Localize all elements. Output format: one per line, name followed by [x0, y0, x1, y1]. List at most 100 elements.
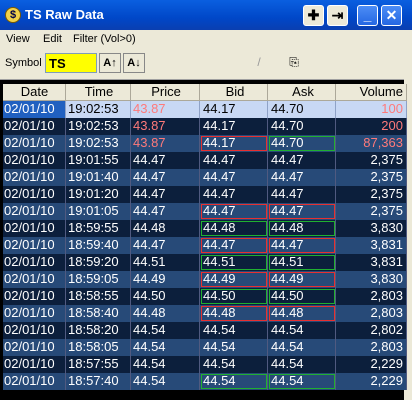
table-row[interactable]: 02/01/10 18:58:05 44.54 44.54 44.54 2,803 — [3, 339, 407, 356]
cell-bid: 44.54 — [200, 373, 268, 390]
cell-ask: 44.47 — [268, 169, 336, 186]
symbol-input[interactable] — [45, 53, 97, 73]
cell-price: 44.54 — [131, 356, 200, 373]
cell-ask: 44.70 — [268, 118, 336, 135]
menu-bar: View Edit Filter (Vol>0) — [0, 30, 412, 48]
cell-date: 02/01/10 — [3, 254, 66, 271]
window-title: TS Raw Data — [25, 7, 104, 22]
cell-time: 18:59:05 — [66, 271, 131, 288]
table-row[interactable]: 02/01/10 18:58:20 44.54 44.54 44.54 2,802 — [3, 322, 407, 339]
cell-ask: 44.47 — [268, 152, 336, 169]
toolbar: Symbol A↑ A↓ / ⎘ — [0, 48, 412, 80]
cell-volume: 2,803 — [336, 339, 407, 356]
cell-time: 19:01:40 — [66, 169, 131, 186]
table-row[interactable]: 02/01/10 19:01:55 44.47 44.47 44.47 2,375 — [3, 152, 407, 169]
cell-ask: 44.48 — [268, 220, 336, 237]
cell-volume: 100 — [336, 101, 407, 118]
cell-volume: 2,375 — [336, 152, 407, 169]
cell-price: 44.51 — [131, 254, 200, 271]
cell-time: 18:59:40 — [66, 237, 131, 254]
table-row[interactable]: 02/01/10 19:01:05 44.47 44.47 44.47 2,375 — [3, 203, 407, 220]
cell-bid: 44.49 — [200, 271, 268, 288]
cell-ask: 44.49 — [268, 271, 336, 288]
cell-time: 18:58:20 — [66, 322, 131, 339]
cell-time: 19:01:55 — [66, 152, 131, 169]
table-row[interactable]: 02/01/10 18:59:20 44.51 44.51 44.51 3,831 — [3, 254, 407, 271]
move-button[interactable]: ✚ — [303, 5, 324, 26]
column-header-price[interactable]: Price — [131, 84, 200, 101]
cell-ask: 44.54 — [268, 322, 336, 339]
cell-ask: 44.47 — [268, 186, 336, 203]
cell-ask: 44.51 — [268, 254, 336, 271]
cell-time: 19:02:53 — [66, 101, 131, 118]
table-row[interactable]: 02/01/10 19:01:20 44.47 44.47 44.47 2,375 — [3, 186, 407, 203]
cell-price: 44.48 — [131, 305, 200, 322]
sort-descending-button[interactable]: A↓ — [123, 53, 145, 73]
cell-date: 02/01/10 — [3, 203, 66, 220]
table-row[interactable]: 02/01/10 18:58:55 44.50 44.50 44.50 2,803 — [3, 288, 407, 305]
menu-edit[interactable]: Edit — [43, 33, 62, 45]
table-row[interactable]: 02/01/10 19:02:53 43.87 44.17 44.70 200 — [3, 118, 407, 135]
cell-bid: 44.54 — [200, 339, 268, 356]
title-bar[interactable]: $ TS Raw Data ✚ ⇥ _ ✕ — [0, 0, 412, 30]
cell-price: 43.87 — [131, 118, 200, 135]
cell-bid: 44.17 — [200, 118, 268, 135]
cell-time: 18:57:40 — [66, 373, 131, 390]
cell-time: 19:02:53 — [66, 135, 131, 152]
cell-price: 44.47 — [131, 203, 200, 220]
cell-volume: 2,229 — [336, 356, 407, 373]
column-header-ask[interactable]: Ask — [268, 84, 336, 101]
cell-time: 18:58:40 — [66, 305, 131, 322]
cell-date: 02/01/10 — [3, 356, 66, 373]
cell-time: 19:01:05 — [66, 203, 131, 220]
column-header-date[interactable]: Date — [3, 84, 66, 101]
cell-volume: 2,802 — [336, 322, 407, 339]
cell-price: 44.54 — [131, 322, 200, 339]
column-header-time[interactable]: Time — [66, 84, 131, 101]
column-header-volume[interactable]: Volume — [336, 84, 407, 101]
cell-time: 18:58:55 — [66, 288, 131, 305]
cell-date: 02/01/10 — [3, 169, 66, 186]
table-row[interactable]: 02/01/10 18:59:05 44.49 44.49 44.49 3,830 — [3, 271, 407, 288]
close-button[interactable]: ✕ — [381, 5, 402, 26]
table-row[interactable]: 02/01/10 18:59:55 44.48 44.48 44.48 3,830 — [3, 220, 407, 237]
cell-volume: 3,830 — [336, 220, 407, 237]
copy-icon[interactable]: ⎘ — [283, 53, 305, 73]
cell-ask: 44.50 — [268, 288, 336, 305]
menu-filter[interactable]: Filter (Vol>0) — [73, 33, 136, 45]
cell-ask: 44.47 — [268, 237, 336, 254]
table-row[interactable]: 02/01/10 19:01:40 44.47 44.47 44.47 2,375 — [3, 169, 407, 186]
cell-volume: 200 — [336, 118, 407, 135]
column-header-bid[interactable]: Bid — [200, 84, 268, 101]
cell-price: 44.47 — [131, 237, 200, 254]
cell-time: 18:59:20 — [66, 254, 131, 271]
cell-time: 19:01:20 — [66, 186, 131, 203]
cell-date: 02/01/10 — [3, 305, 66, 322]
menu-view[interactable]: View — [6, 33, 30, 45]
cell-date: 02/01/10 — [3, 373, 66, 390]
cell-price: 44.48 — [131, 220, 200, 237]
table-row[interactable]: 02/01/10 18:58:40 44.48 44.48 44.48 2,803 — [3, 305, 407, 322]
cell-date: 02/01/10 — [3, 186, 66, 203]
cell-bid: 44.51 — [200, 254, 268, 271]
table-row[interactable]: 02/01/10 19:02:53 43.87 44.17 44.70 100 — [3, 101, 407, 118]
cell-bid: 44.50 — [200, 288, 268, 305]
table-row[interactable]: 02/01/10 18:59:40 44.47 44.47 44.47 3,831 — [3, 237, 407, 254]
sort-ascending-button[interactable]: A↑ — [99, 53, 121, 73]
cell-bid: 44.47 — [200, 186, 268, 203]
cell-bid: 44.48 — [200, 220, 268, 237]
table-row[interactable]: 02/01/10 18:57:55 44.54 44.54 44.54 2,229 — [3, 356, 407, 373]
table-row[interactable]: 02/01/10 19:02:53 43.87 44.17 44.70 87,363 — [3, 135, 407, 152]
cell-date: 02/01/10 — [3, 135, 66, 152]
cell-ask: 44.54 — [268, 339, 336, 356]
data-grid: Date Time Price Bid Ask Volume 02/01/10 1… — [3, 84, 409, 400]
cell-date: 02/01/10 — [3, 271, 66, 288]
cell-date: 02/01/10 — [3, 339, 66, 356]
cell-volume: 2,803 — [336, 305, 407, 322]
pen-tool-icon[interactable]: / — [248, 53, 270, 73]
cell-ask: 44.48 — [268, 305, 336, 322]
table-row[interactable]: 02/01/10 18:57:40 44.54 44.54 44.54 2,229 — [3, 373, 407, 390]
cell-date: 02/01/10 — [3, 101, 66, 118]
minimize-button[interactable]: _ — [357, 5, 378, 26]
pin-button[interactable]: ⇥ — [327, 5, 348, 26]
